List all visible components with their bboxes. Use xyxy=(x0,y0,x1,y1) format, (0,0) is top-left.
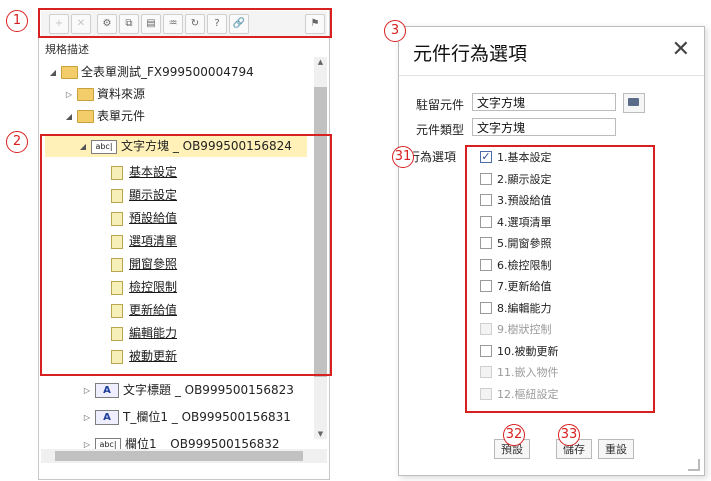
element-type-field: 文字方塊 xyxy=(472,118,616,136)
horizontal-scroll-thumb[interactable] xyxy=(55,451,303,461)
dialog-title: 元件行為選項 xyxy=(413,43,528,65)
element-type-label: 元件類型 xyxy=(416,123,465,137)
callout-2: 2 xyxy=(6,131,28,153)
tree-node-form-elements[interactable]: ◢ 表單元件 xyxy=(63,105,145,127)
expand-icon[interactable]: ▷ xyxy=(81,380,93,402)
tree-node-form[interactable]: ◢ 全表單測試_FX999500004794 xyxy=(47,61,254,83)
callout-1: 1 xyxy=(6,10,28,32)
callout-32: 32 xyxy=(503,424,525,446)
tree-node-datasource[interactable]: ▷ 資料來源 xyxy=(63,83,145,105)
horizontal-scrollbar[interactable] xyxy=(41,449,327,463)
tree-node-label: 全表單測試_FX999500004794 xyxy=(81,65,254,79)
scroll-down-icon[interactable]: ▼ xyxy=(314,429,327,439)
expand-icon[interactable]: ▷ xyxy=(63,84,75,106)
label-icon: A xyxy=(95,383,119,398)
folder-icon xyxy=(77,88,94,101)
folder-icon xyxy=(628,98,639,106)
browse-button[interactable] xyxy=(623,93,645,113)
label-icon: A xyxy=(95,410,119,425)
panel-title: 規格描述 xyxy=(45,43,89,56)
scroll-up-icon[interactable]: ▲ xyxy=(314,57,327,67)
callout-box-tree-node xyxy=(40,134,332,376)
callout-31: 31 xyxy=(392,146,414,168)
folder-open-icon xyxy=(77,110,94,123)
tree-node-title[interactable]: ▷ A 文字標題 _ OB999500156823 xyxy=(81,379,294,401)
callout-3: 3 xyxy=(384,20,406,42)
tree-node-field-title[interactable]: ▷ A T_欄位1 _ OB999500156831 xyxy=(81,406,291,428)
collapse-icon[interactable]: ◢ xyxy=(47,62,59,84)
callout-33: 33 xyxy=(558,424,580,446)
behavior-options-label: 行為選項 xyxy=(408,150,457,164)
tree-node-label: T_欄位1 _ OB999500156831 xyxy=(123,410,291,424)
resize-grip-icon[interactable] xyxy=(688,459,700,471)
expand-icon[interactable]: ▷ xyxy=(81,407,93,429)
callout-box-options xyxy=(465,145,655,413)
resident-element-label: 駐留元件 xyxy=(416,98,465,112)
tree-node-label: 文字標題 _ OB999500156823 xyxy=(123,383,294,397)
resident-element-field[interactable]: 文字方塊 xyxy=(472,93,616,111)
tree-node-label: 表單元件 xyxy=(97,109,146,123)
collapse-icon[interactable]: ◢ xyxy=(63,106,75,128)
callout-box-toolbar xyxy=(38,8,332,38)
close-icon[interactable]: ✕ xyxy=(672,37,690,62)
reset-button[interactable]: 重設 xyxy=(598,439,634,459)
dialog-divider xyxy=(399,75,704,76)
folder-open-icon xyxy=(61,66,78,79)
tree-node-label: 資料來源 xyxy=(97,87,146,101)
